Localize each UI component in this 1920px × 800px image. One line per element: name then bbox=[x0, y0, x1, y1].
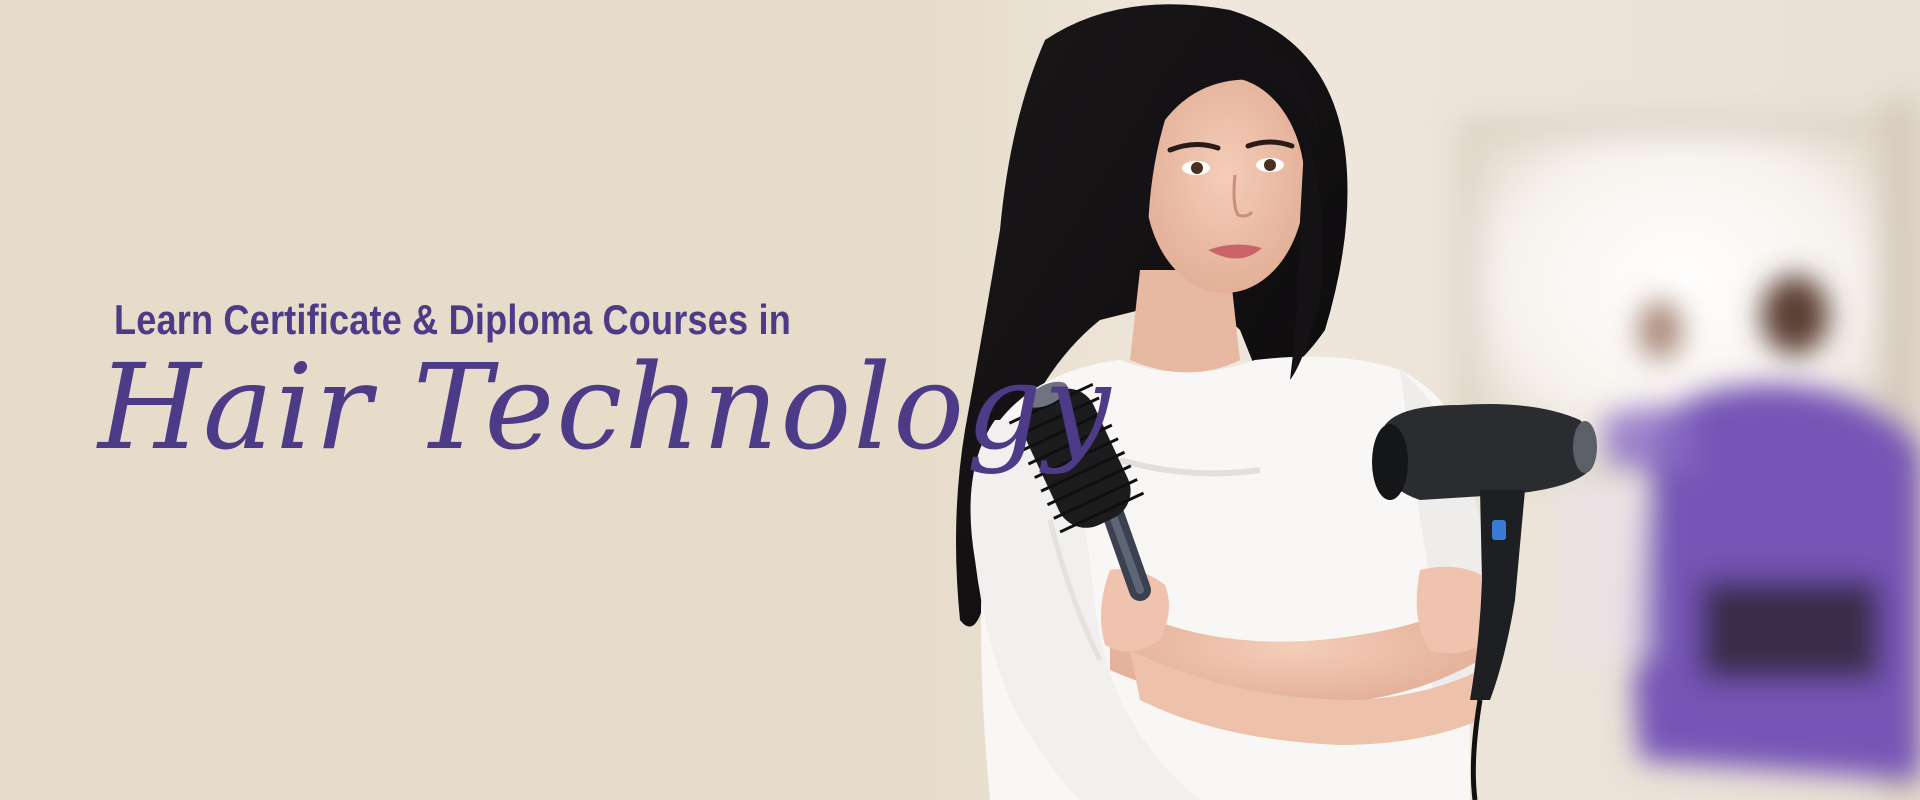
headline-text: Learn Certificate & Diploma Courses in bbox=[114, 296, 791, 343]
hero-banner: Learn Certificate & Diploma Courses in H… bbox=[0, 0, 1920, 800]
page-title: Hair Technology bbox=[98, 338, 1113, 476]
